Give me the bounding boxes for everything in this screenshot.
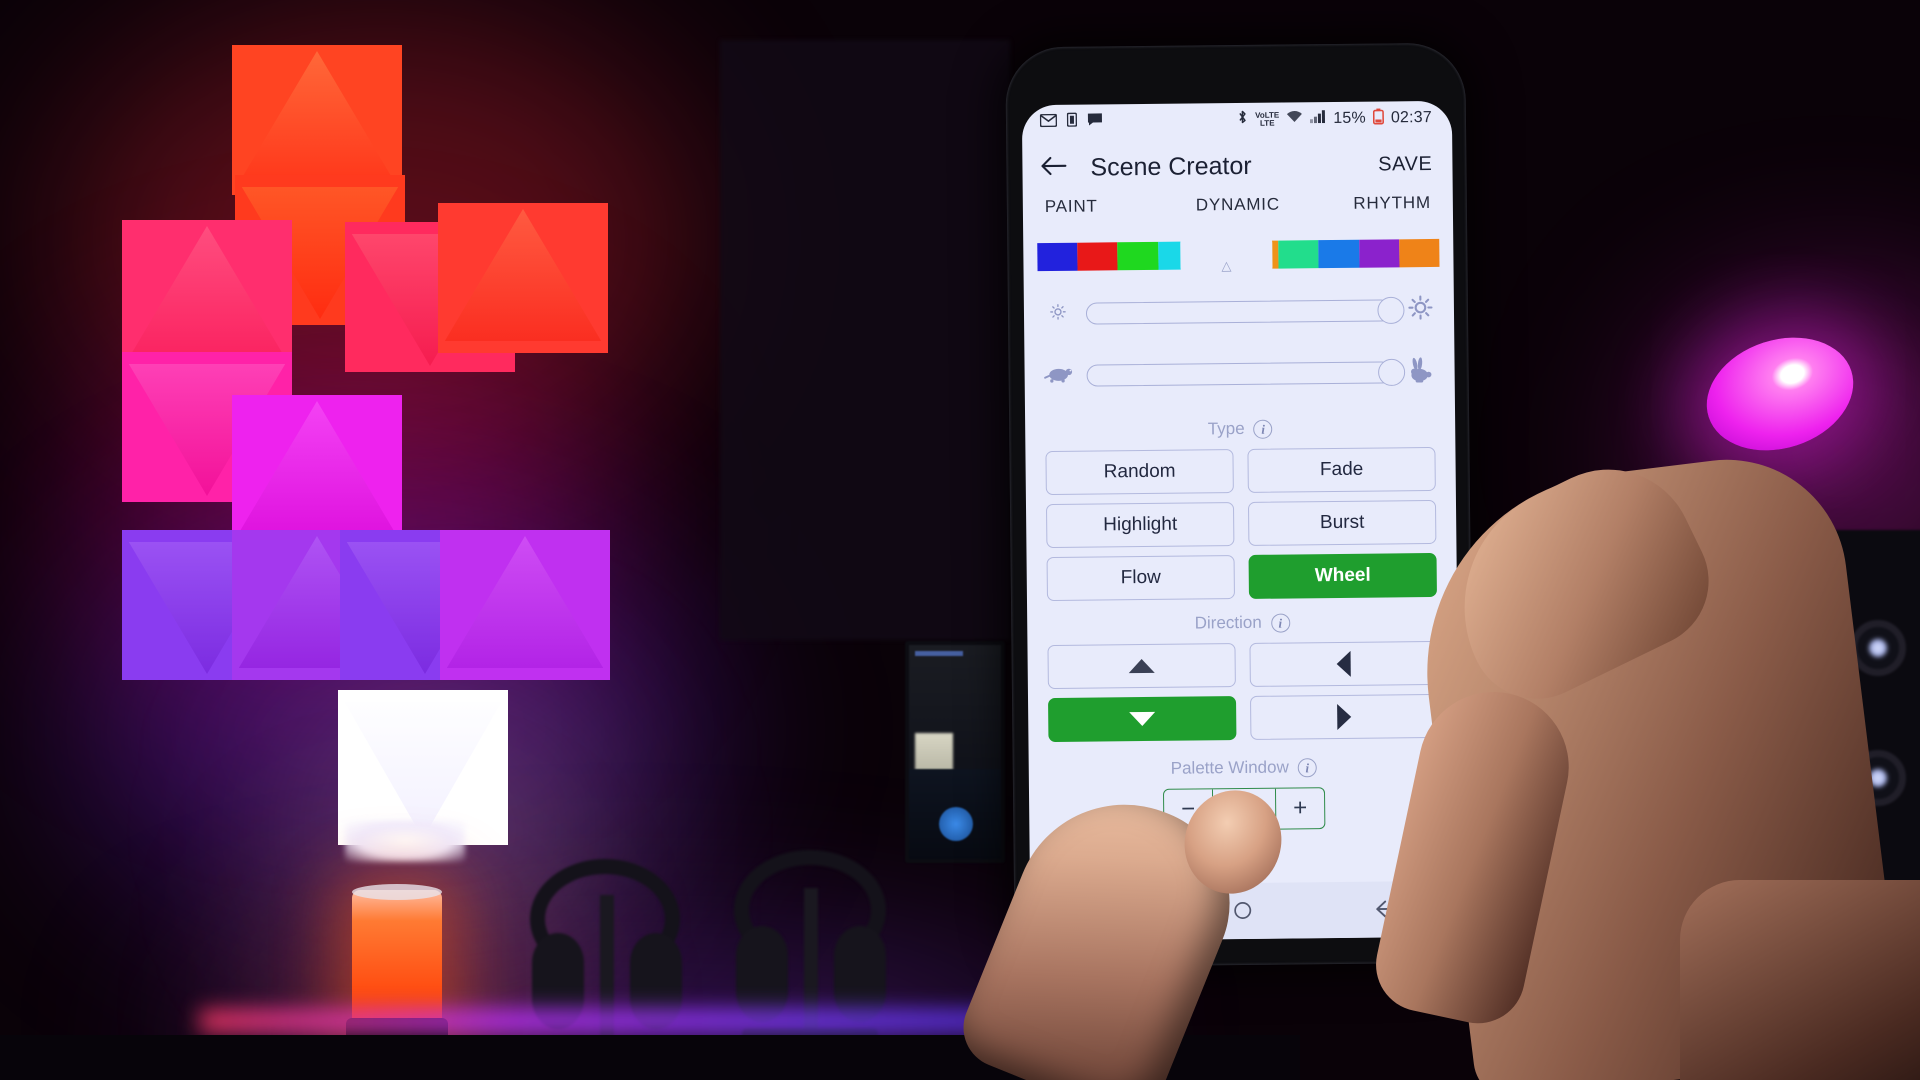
- arrow-right-icon: [1337, 703, 1352, 730]
- battery-icon: [1372, 108, 1384, 129]
- scroll-indicator-dot: [1047, 867, 1055, 876]
- brightness-slider-row: [1024, 279, 1455, 345]
- palette-swatch[interactable]: [1358, 239, 1400, 268]
- palette-window-section-label: Palette Window i: [1029, 756, 1459, 781]
- brightness-slider[interactable]: [1085, 296, 1405, 325]
- wifi-icon: [1286, 110, 1303, 128]
- type-option-fade[interactable]: Fade: [1247, 446, 1436, 493]
- rabbit-fast-icon: [1404, 356, 1436, 387]
- palette-swatch[interactable]: [1077, 242, 1118, 271]
- palette-window-selector[interactable]: △: [1181, 235, 1271, 275]
- phone-screen: VoLTE LTE 15% 02:37 Scene Creator SAVE P…: [1021, 100, 1461, 942]
- direction-option-grid: [1027, 640, 1458, 743]
- direction-label: Direction: [1194, 612, 1262, 633]
- pc-case-fans: [1820, 530, 1920, 1080]
- type-option-flow[interactable]: Flow: [1046, 555, 1235, 602]
- desk-overhead-light: [345, 820, 465, 862]
- scene-settings-content: Type i Random Fade Highlight Burst Flow …: [1025, 403, 1460, 885]
- type-option-burst[interactable]: Burst: [1247, 499, 1437, 546]
- direction-option-right[interactable]: [1249, 693, 1439, 740]
- type-option-grid: Random Fade Highlight Burst Flow Wheel: [1025, 446, 1457, 602]
- cellular-signal-icon: [1310, 110, 1326, 128]
- speed-slider-row: [1024, 341, 1455, 407]
- speed-slider-thumb[interactable]: [1377, 358, 1406, 387]
- battery-percent-label: 15%: [1333, 109, 1366, 128]
- palette-swatch[interactable]: [1399, 238, 1440, 268]
- cylinder-lamp-orange: [346, 884, 448, 1064]
- room-background: [0, 0, 1920, 1080]
- wall-poster: [720, 40, 1010, 640]
- desk-monitor: [905, 641, 1005, 863]
- brightness-high-icon: [1404, 295, 1436, 325]
- chevron-up-icon: △: [1221, 258, 1232, 274]
- type-option-random[interactable]: Random: [1045, 449, 1234, 496]
- tab-paint[interactable]: PAINT: [1045, 196, 1174, 217]
- tab-rhythm[interactable]: RHYTHM: [1302, 193, 1431, 214]
- increment-button[interactable]: +: [1276, 788, 1324, 829]
- direction-section-label: Direction i: [1027, 611, 1457, 636]
- panel-left-pink: [122, 220, 292, 370]
- info-icon[interactable]: i: [1270, 612, 1290, 633]
- desk-surface: [0, 1035, 1300, 1080]
- info-icon[interactable]: i: [1253, 419, 1273, 439]
- sim-card-icon: [1066, 112, 1078, 131]
- panel-violet-far-right: [440, 530, 610, 680]
- palette-swatch[interactable]: [1318, 239, 1360, 269]
- type-label: Type: [1207, 418, 1245, 439]
- back-arrow-icon[interactable]: [1040, 155, 1067, 180]
- palette-swatch[interactable]: [1278, 240, 1319, 269]
- mail-icon: [1039, 113, 1058, 130]
- palette-swatch[interactable]: [1037, 242, 1078, 272]
- decrement-button[interactable]: −: [1164, 789, 1212, 830]
- direction-option-up[interactable]: [1047, 643, 1236, 690]
- palette-window-stepper: − 2 +: [1162, 787, 1326, 831]
- page-title: Scene Creator: [1090, 151, 1252, 182]
- direction-option-down[interactable]: [1048, 696, 1237, 743]
- panel-magenta: [232, 395, 402, 545]
- volte-icon: VoLTE LTE: [1255, 110, 1280, 128]
- status-bar: VoLTE LTE 15% 02:37: [1022, 101, 1452, 140]
- panel-top-red: [232, 45, 402, 195]
- home-icon[interactable]: [1233, 895, 1252, 926]
- status-clock: 02:37: [1390, 108, 1433, 127]
- message-icon: [1087, 112, 1103, 130]
- nav-back-arrow-icon[interactable]: [1375, 894, 1399, 925]
- bluetooth-icon: [1237, 109, 1248, 131]
- brightness-slider-thumb[interactable]: [1377, 296, 1405, 325]
- speed-slider[interactable]: [1086, 358, 1406, 387]
- palette-swatch[interactable]: [1117, 241, 1159, 271]
- arrow-left-icon: [1336, 650, 1351, 677]
- brightness-low-icon: [1042, 302, 1074, 325]
- palette-window-stepper-row: − 2 +: [1029, 786, 1459, 833]
- palette-window-value: 2: [1211, 788, 1277, 830]
- panel-right-red: [438, 203, 608, 353]
- tab-dynamic[interactable]: DYNAMIC: [1173, 194, 1302, 215]
- direction-option-left[interactable]: [1249, 640, 1438, 687]
- type-option-wheel[interactable]: Wheel: [1248, 552, 1437, 599]
- info-icon[interactable]: i: [1297, 757, 1317, 777]
- arrow-up-icon: [1128, 658, 1155, 674]
- app-bar: Scene Creator SAVE: [1022, 135, 1453, 197]
- type-option-highlight[interactable]: Highlight: [1045, 502, 1235, 549]
- arrow-down-icon: [1129, 711, 1156, 727]
- orb-lamp-magenta: [1691, 319, 1869, 469]
- save-button[interactable]: SAVE: [1378, 152, 1433, 176]
- smartphone-device: VoLTE LTE 15% 02:37 Scene Creator SAVE P…: [1005, 42, 1475, 968]
- color-palette-strip[interactable]: △: [1023, 235, 1453, 284]
- turtle-slow-icon: [1043, 363, 1075, 388]
- system-navigation-bar: [1029, 880, 1461, 942]
- recents-icon[interactable]: [1091, 897, 1111, 928]
- type-section-label: Type i: [1025, 417, 1455, 442]
- palette-window-label: Palette Window: [1170, 757, 1289, 778]
- led-strip-desk: [200, 1010, 1080, 1032]
